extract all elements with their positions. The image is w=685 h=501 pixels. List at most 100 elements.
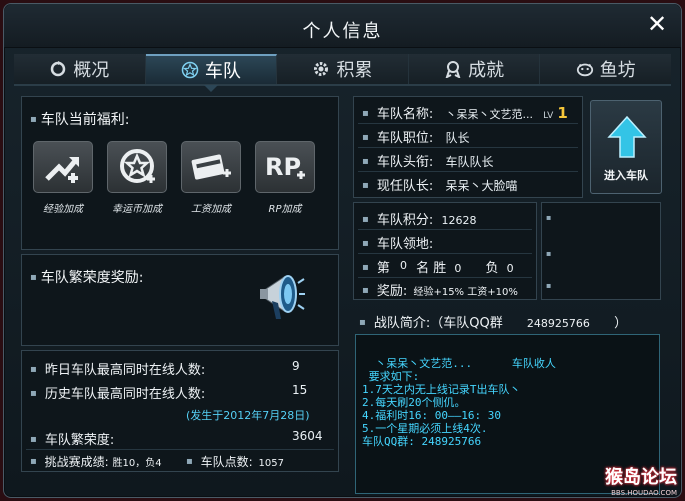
benefits-panel: 车队当前福利: 经验加成 幸运币加成 工资加成 (21, 96, 339, 250)
intro-line: 4.福利时16: 00——16: 30 (362, 409, 501, 422)
window-title: 个人信息 (302, 21, 383, 42)
yesterday-online-value: 9 (292, 359, 300, 373)
team-extra-panel: ▪ ▪ ▪ (541, 202, 661, 300)
team-rank-row: 第 名 胜 0 0 负 0 (362, 257, 514, 276)
team-points-value: 1057 (258, 458, 284, 469)
lose-value: 0 (506, 262, 514, 275)
team-score-label: 车队积分: (376, 213, 434, 228)
team-position-label: 车队职位: (376, 131, 434, 146)
title-bar: 个人信息 ✕ (4, 4, 681, 48)
rank-label-b: 名 胜 (416, 261, 447, 276)
tab-fish[interactable]: 鱼坊 (540, 54, 671, 84)
history-online-row: 历史车队最高同时在线人数: 15 (30, 383, 307, 402)
tab-label: 积累 (336, 60, 373, 81)
divider (358, 277, 532, 278)
enter-team-button[interactable]: 进入车队 (590, 100, 662, 194)
tab-accumulate[interactable]: 积累 (277, 54, 409, 84)
intro-heading: 战队简介:（车队QQ群 (373, 316, 503, 331)
intro-line: 2.每天刷20个侧仉。 (362, 396, 466, 409)
benefit-lucky-coin-button[interactable]: 幸运币加成 (106, 141, 168, 215)
bullet-marker: ▪ (546, 249, 552, 258)
tab-overview[interactable]: 概况 (14, 54, 146, 84)
tab-label: 成就 (468, 60, 505, 81)
tab-label: 概况 (73, 60, 110, 81)
megaphone-icon (258, 267, 306, 329)
fish-icon (576, 60, 594, 78)
team-position-row: 车队职位: 队长 (362, 127, 470, 146)
prosperity-reward-panel: 车队繁荣度奖励: (21, 254, 339, 346)
benefit-salary-button[interactable]: 工资加成 (180, 141, 242, 215)
intro-line: 车队QQ群: 248925766 (362, 435, 482, 448)
team-leader-label: 现任队长: (376, 179, 434, 194)
watermark-sub: BBS.HOUDAO.COM (611, 489, 677, 497)
team-leader-value: 呆呆丶大脸喵 (445, 179, 518, 193)
rank-label-a: 第 (376, 261, 390, 276)
team-name-value: 丶呆呆丶文艺范... (445, 108, 533, 121)
divider (358, 253, 532, 254)
challenge-label: 挑战赛成绩: (44, 455, 109, 469)
team-stats-panel: 昨日车队最高同时在线人数: 9 历史车队最高同时在线人数: 15 (发生于201… (21, 350, 339, 472)
benefit-label: 幸运币加成 (112, 204, 162, 215)
team-name-row: 车队名称: 丶呆呆丶文艺范... LV 1 (362, 103, 568, 122)
close-icon[interactable]: ✕ (645, 12, 669, 36)
team-title-value: 车队队长 (445, 155, 494, 169)
team-title-row: 车队头衔: 车队队长 (362, 151, 494, 170)
benefit-label: 工资加成 (191, 204, 231, 215)
history-online-label: 历史车队最高同时在线人数: (44, 387, 206, 402)
yesterday-online-row: 昨日车队最高同时在线人数: 9 (30, 359, 300, 378)
prosperity-row: 车队繁荣度: 3604 (30, 429, 323, 448)
divider (358, 147, 578, 148)
benefit-label: RP加成 (268, 204, 302, 215)
team-reward-row: 奖励: 经验+15% 工资+10% (362, 280, 518, 299)
bullet-marker: ▪ (546, 281, 552, 290)
divider (358, 171, 578, 172)
gear-icon (312, 60, 330, 78)
svg-text:RP: RP (265, 153, 301, 181)
divider (358, 123, 578, 124)
tab-achievement[interactable]: 成就 (408, 54, 541, 84)
prosperity-value: 3604 (292, 429, 323, 443)
team-points-label: 车队点数: (200, 455, 253, 469)
team-level-prefix: LV (543, 111, 554, 121)
intro-line: 5.一个星期必须上线4次. (362, 422, 488, 435)
history-online-value: 15 (292, 383, 308, 397)
tab-team[interactable]: 车队 (145, 54, 278, 92)
history-online-date: (发生于2012年7月28日) (186, 409, 310, 422)
intro-heading-close: ） (614, 316, 628, 331)
intro-qq: 248925766 (526, 317, 590, 330)
rp-plus-icon: RP (255, 141, 315, 193)
lucky-coin-icon (107, 141, 167, 193)
team-reward-label: 奖励: (376, 284, 408, 299)
watermark-text: 猴岛论坛 (605, 467, 677, 488)
tab-bar: 概况 车队 积累 成就 鱼坊 (14, 54, 671, 92)
benefit-list: 经验加成 幸运币加成 工资加成 RP RP加成 (32, 141, 328, 215)
team-territory-row: 车队领地: (362, 233, 433, 252)
yesterday-online-label: 昨日车队最高同时在线人数: (44, 363, 206, 378)
win-value: 0 (454, 262, 462, 275)
refresh-icon (49, 60, 67, 78)
divider (26, 449, 334, 450)
team-position-value: 队长 (445, 131, 470, 145)
team-title-label: 车队头衔: (376, 155, 434, 170)
benefits-heading: 车队当前福利: (30, 109, 130, 129)
team-level: 1 (557, 104, 568, 122)
up-arrow-icon (607, 115, 647, 163)
benefit-rp-button[interactable]: RP RP加成 (254, 141, 316, 215)
salary-card-icon (181, 141, 241, 193)
star-icon (181, 61, 199, 79)
prosperity-reward-heading: 车队繁荣度奖励: (30, 267, 144, 287)
challenge-row: 挑战赛成绩: 胜10，负4 (30, 453, 162, 470)
team-score-row: 车队积分: 12628 (362, 209, 477, 228)
benefit-label: 经验加成 (43, 204, 83, 215)
lose-label: 负 (485, 261, 499, 276)
team-reward-value: 经验+15% 工资+10% (413, 287, 518, 298)
prosperity-label: 车队繁荣度: (44, 433, 115, 448)
team-points-row: 车队点数: 1057 (186, 453, 284, 470)
intro-line: 1.7天之内无上线记录T出车队丶 (362, 383, 521, 396)
rank-value: 0 (400, 259, 407, 272)
benefit-exp-button[interactable]: 经验加成 (32, 141, 94, 215)
team-name-label: 车队名称: (376, 107, 434, 122)
enter-team-label: 进入车队 (604, 169, 648, 182)
team-score-value: 12628 (441, 214, 477, 227)
team-leader-row: 现任队长: 呆呆丶大脸喵 (362, 175, 518, 194)
